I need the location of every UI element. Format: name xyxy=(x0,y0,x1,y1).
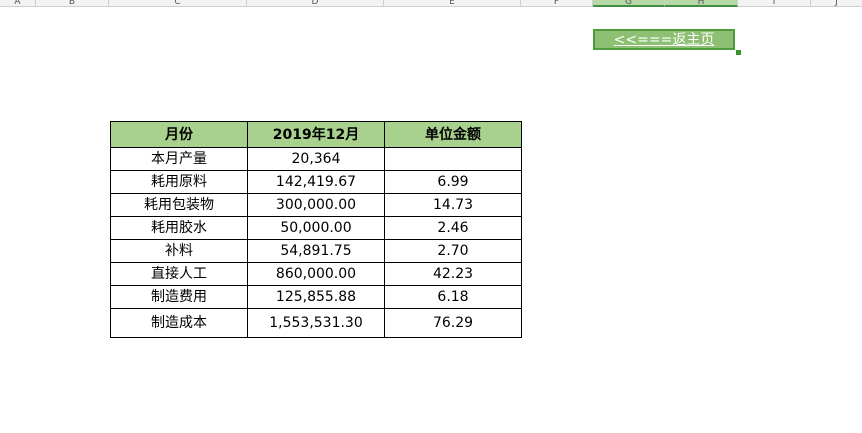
table-row: 本月产量 20,364 xyxy=(110,147,522,171)
table-row: 耗用包装物 300,000.00 14.73 xyxy=(110,193,522,217)
cell-unit[interactable]: 6.99 xyxy=(384,170,522,194)
column-header-a[interactable]: A xyxy=(0,0,36,6)
cell-amount[interactable]: 20,364 xyxy=(247,147,385,171)
table-row: 制造费用 125,855.88 6.18 xyxy=(110,285,522,309)
header-unit-amount[interactable]: 单位金额 xyxy=(384,121,522,148)
cell-item[interactable]: 耗用胶水 xyxy=(110,216,248,240)
cell-item[interactable]: 耗用原料 xyxy=(110,170,248,194)
cell-unit[interactable]: 6.18 xyxy=(384,285,522,309)
table-row: 耗用胶水 50,000.00 2.46 xyxy=(110,216,522,240)
column-header-b[interactable]: B xyxy=(36,0,109,6)
column-header-f[interactable]: F xyxy=(521,0,593,6)
cell-amount[interactable]: 125,855.88 xyxy=(247,285,385,309)
table-row: 制造成本 1,553,531.30 76.29 xyxy=(110,308,522,338)
return-home-button[interactable]: <<===返主页 xyxy=(593,29,735,50)
cell-unit[interactable]: 76.29 xyxy=(384,308,522,338)
header-month[interactable]: 月份 xyxy=(110,121,248,148)
cell-amount[interactable]: 50,000.00 xyxy=(247,216,385,240)
cell-amount[interactable]: 300,000.00 xyxy=(247,193,385,217)
cell-amount[interactable]: 54,891.75 xyxy=(247,239,385,263)
table-row: 补料 54,891.75 2.70 xyxy=(110,239,522,263)
table-header-row: 月份 2019年12月 单位金额 xyxy=(110,121,522,148)
column-header-j[interactable]: J xyxy=(811,0,862,6)
header-period[interactable]: 2019年12月 xyxy=(247,121,385,148)
column-header-g[interactable]: G xyxy=(593,0,665,7)
cost-table: 月份 2019年12月 单位金额 本月产量 20,364 耗用原料 142,41… xyxy=(110,121,522,338)
cell-item[interactable]: 本月产量 xyxy=(110,147,248,171)
cell-item[interactable]: 补料 xyxy=(110,239,248,263)
cell-unit[interactable]: 42.23 xyxy=(384,262,522,286)
column-header-h[interactable]: H xyxy=(665,0,738,7)
column-header-bar: A B C D E F G H I J xyxy=(0,0,862,7)
table-row: 直接人工 860,000.00 42.23 xyxy=(110,262,522,286)
cell-item[interactable]: 制造成本 xyxy=(110,308,248,338)
table-row: 耗用原料 142,419.67 6.99 xyxy=(110,170,522,194)
column-header-e[interactable]: E xyxy=(384,0,521,6)
cell-amount[interactable]: 860,000.00 xyxy=(247,262,385,286)
cell-item[interactable]: 直接人工 xyxy=(110,262,248,286)
cell-item[interactable]: 耗用包装物 xyxy=(110,193,248,217)
resize-handle[interactable] xyxy=(735,49,742,56)
cell-unit[interactable]: 14.73 xyxy=(384,193,522,217)
cell-amount[interactable]: 1,553,531.30 xyxy=(247,308,385,338)
cell-unit[interactable]: 2.46 xyxy=(384,216,522,240)
cell-item[interactable]: 制造费用 xyxy=(110,285,248,309)
column-header-c[interactable]: C xyxy=(109,0,247,6)
cell-amount[interactable]: 142,419.67 xyxy=(247,170,385,194)
column-header-d[interactable]: D xyxy=(247,0,384,6)
cell-unit[interactable]: 2.70 xyxy=(384,239,522,263)
column-header-i[interactable]: I xyxy=(738,0,811,6)
cell-unit[interactable] xyxy=(384,147,522,171)
